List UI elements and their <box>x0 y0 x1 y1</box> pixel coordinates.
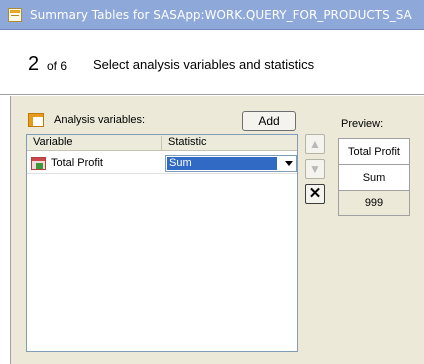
analysis-variables-icon <box>28 113 44 127</box>
move-up-button[interactable]: ▲ <box>305 134 325 154</box>
wizard-header: 2 of 6 Select analysis variables and sta… <box>0 31 424 94</box>
window-title: Summary Tables for SASApp:WORK.QUERY_FOR… <box>30 8 412 22</box>
analysis-variables-label: Analysis variables: <box>54 114 146 126</box>
delete-button[interactable]: ✕ <box>305 184 325 204</box>
table-row[interactable]: Total Profit Sum <box>27 152 297 174</box>
statistic-value[interactable]: Sum <box>167 157 277 170</box>
summary-table-icon <box>8 8 22 22</box>
step-title: Select analysis variables and statistics <box>93 57 315 72</box>
column-divider[interactable] <box>161 136 162 150</box>
add-button[interactable]: Add <box>242 111 296 131</box>
step-number: 2 <box>28 53 40 75</box>
move-down-button[interactable]: ▼ <box>305 159 325 179</box>
close-icon: ✕ <box>308 185 322 202</box>
column-header-variable[interactable]: Variable <box>33 136 73 148</box>
preview-table: Total Profit Sum 999 <box>338 138 410 216</box>
grid-header: Variable Statistic <box>27 135 297 151</box>
analysis-variables-grid[interactable]: Variable Statistic Total Profit Sum <box>26 134 298 352</box>
arrow-down-icon: ▼ <box>309 162 321 176</box>
preview-header: Total Profit <box>339 139 409 165</box>
statistic-dropdown[interactable]: Sum <box>165 155 297 172</box>
numeric-variable-icon <box>31 157 46 170</box>
preview-statistic: Sum <box>339 165 409 191</box>
preview-label: Preview: <box>341 118 384 130</box>
chevron-down-icon[interactable] <box>285 161 293 166</box>
step-total: of 6 <box>47 59 68 73</box>
title-bar: Summary Tables for SASApp:WORK.QUERY_FOR… <box>0 0 424 30</box>
variable-name[interactable]: Total Profit <box>51 157 103 169</box>
preview-value: 999 <box>339 191 409 215</box>
column-header-statistic[interactable]: Statistic <box>168 136 207 148</box>
arrow-up-icon: ▲ <box>309 137 321 151</box>
